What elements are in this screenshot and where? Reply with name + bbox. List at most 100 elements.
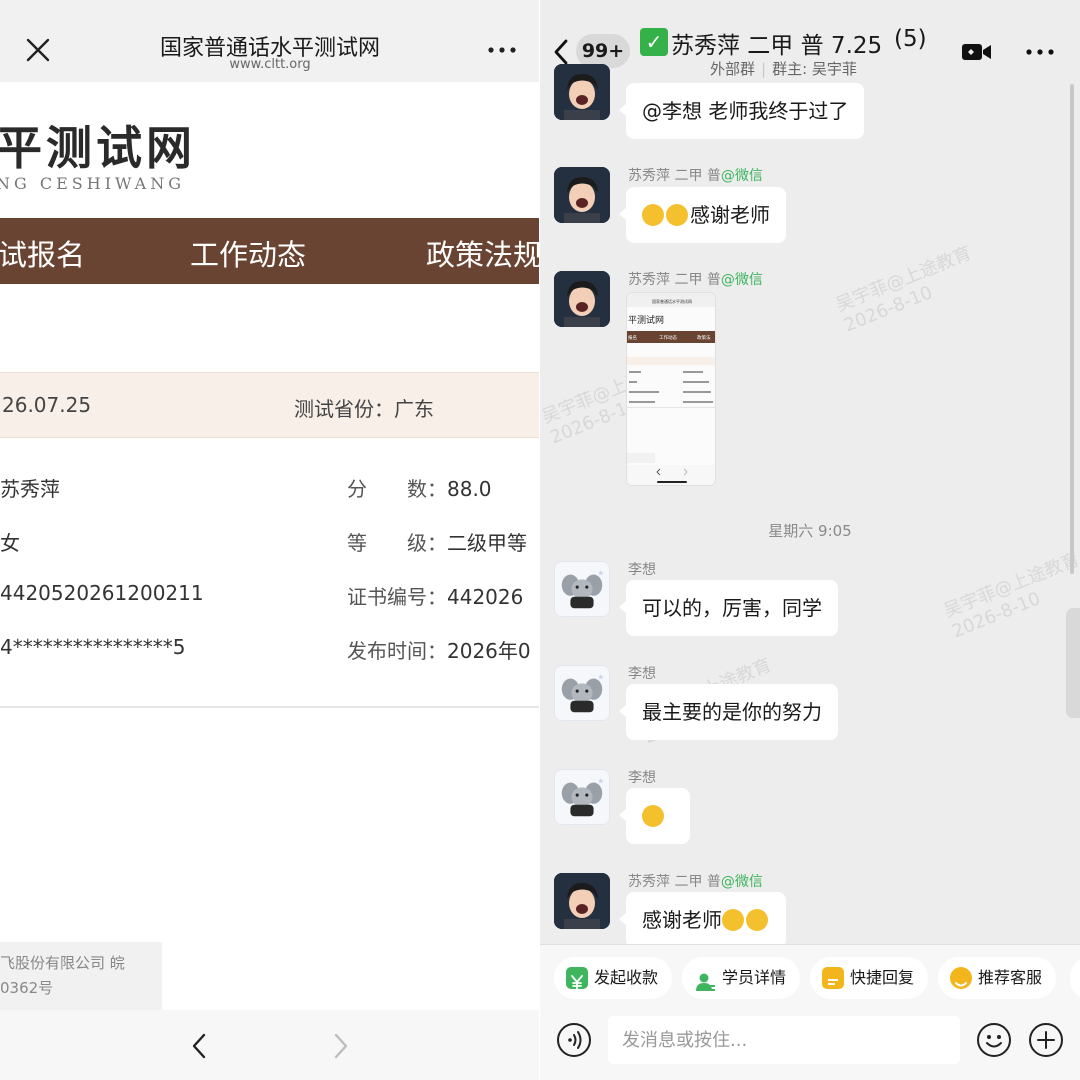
video-call-icon[interactable] — [960, 40, 994, 64]
shush-emoji-icon — [642, 804, 664, 827]
quick-action-student-detail[interactable]: 学员详情 — [682, 957, 801, 999]
record-id-no: 4****************5 — [0, 635, 186, 659]
avatar[interactable] — [554, 64, 610, 120]
avatar[interactable]: ★ — [554, 769, 610, 825]
group-owner: 群主: 吴宇菲 — [772, 60, 857, 78]
time-separator: 星期六 9:05 — [768, 522, 852, 540]
elephant-avatar-icon: ★ — [555, 770, 609, 824]
sender-name: 苏秀萍 二甲 普@微信 — [628, 272, 763, 288]
girl-avatar-icon — [554, 271, 610, 327]
score-label: 分 数： — [347, 477, 447, 501]
svg-text:★: ★ — [597, 673, 604, 682]
sender-name: 李想 — [628, 666, 656, 682]
sender-name: 李想 — [628, 562, 656, 578]
message-bubble[interactable]: 最主要的是你的努力 — [619, 684, 838, 740]
grade-label: 等 级： — [347, 531, 447, 555]
crying-emoji-icon — [666, 203, 688, 226]
avatar[interactable]: ★ — [554, 561, 610, 617]
quick-action-quick-reply[interactable]: 快捷回复 — [810, 957, 929, 999]
girl-avatar-icon — [554, 64, 610, 120]
image-message[interactable]: 国家普通话水平测试网 平测试网 报名 工作动态 政策法 — [626, 292, 716, 486]
chat-panel: 吴宇菲@上途教育 2026-8-10 吴宇菲@上途教育 2026-8-10 吴宇菲@… — [540, 0, 1080, 1080]
browser-bottom-bar — [0, 1010, 540, 1080]
wechat-tag: @微信 — [720, 874, 763, 890]
quick-action-payment[interactable]: 发起收款 — [554, 957, 673, 999]
back-arrow-icon[interactable] — [550, 38, 572, 66]
chat-subtitle: 外部群 | 群主: 吴宇菲 — [710, 60, 857, 78]
cert-row: 证书编号：442026 — [347, 581, 523, 610]
cert-label: 证书编号： — [347, 585, 447, 609]
emoji-icon[interactable] — [976, 1022, 1012, 1058]
svg-text:报名: 报名 — [628, 334, 637, 341]
score-value: 88.0 — [447, 477, 492, 501]
divider — [0, 706, 540, 708]
avatar[interactable] — [554, 167, 610, 223]
grade-row: 等 级：二级甲等 — [347, 527, 527, 556]
test-date: 26.07.25 — [2, 393, 92, 417]
watermark: 吴宇菲@上途教育2026-8-10 — [833, 242, 975, 337]
page-footer: 飞股份有限公司 皖 0362号 — [0, 942, 162, 1010]
browser-top-bar: 国家普通话水平测试网 www.cltt.org — [0, 0, 540, 82]
avatar[interactable]: ★ — [554, 665, 610, 721]
publish-value: 2026年0 — [447, 639, 531, 663]
more-icon[interactable] — [486, 40, 518, 60]
test-province: 测试省份：广东 — [294, 393, 434, 422]
group-type: 外部群 — [710, 60, 756, 78]
unread-badge[interactable]: 99+ — [576, 34, 630, 68]
test-info-bar: 26.07.25 测试省份：广东 — [0, 372, 540, 438]
nav-item-registration[interactable]: 试报名 — [0, 232, 85, 274]
svg-text:工作动态: 工作动态 — [659, 334, 677, 341]
record-name: 苏秀萍 — [0, 477, 60, 501]
svg-text:平测试网: 平测试网 — [628, 314, 664, 326]
footer-line-2: 0362号 — [0, 979, 54, 997]
user-icon — [694, 967, 716, 991]
side-drawer-handle[interactable] — [1066, 608, 1080, 718]
wechat-tag: @微信 — [720, 272, 763, 288]
quick-action-recommend-service[interactable]: 推荐客服 — [938, 957, 1057, 999]
score-row: 分 数：88.0 — [347, 473, 492, 502]
scrollbar[interactable] — [1070, 84, 1074, 574]
chat-bubble-icon — [822, 967, 844, 989]
svg-text:政策法: 政策法 — [697, 334, 711, 341]
record-ticket-no: 4420520261200211 — [0, 581, 204, 605]
footer-line-1: 飞股份有限公司 皖 — [0, 954, 125, 972]
check-icon: ✓ — [640, 28, 668, 56]
elephant-avatar-icon: ★ — [555, 666, 609, 720]
svg-text:★: ★ — [597, 777, 604, 786]
quick-action-bar: 发起收款 学员详情 快捷回复 推荐客服 — [540, 944, 1080, 1010]
hug-emoji-icon — [746, 908, 768, 931]
message-bubble[interactable]: @李想 老师我终于过了 — [618, 83, 865, 139]
publish-label: 发布时间： — [347, 639, 447, 663]
svg-text:国家普通话水平测试网: 国家普通话水平测试网 — [652, 298, 692, 304]
quick-action-more[interactable] — [1070, 957, 1080, 999]
page-url: www.cltt.org — [229, 57, 311, 72]
site-nav-bar: 试报名 工作动态 政策法规 — [0, 218, 540, 284]
sender-name: 苏秀萍 二甲 普@微信 — [628, 168, 763, 184]
nav-item-news[interactable]: 工作动态 — [190, 232, 306, 274]
message-bubble[interactable] — [619, 788, 690, 844]
avatar[interactable] — [554, 271, 610, 327]
input-bar — [540, 1010, 1080, 1080]
nav-item-policy[interactable]: 政策法规 — [426, 232, 540, 274]
back-arrow-icon[interactable] — [186, 1032, 214, 1060]
voice-icon[interactable] — [556, 1022, 592, 1058]
message-bubble[interactable]: 感谢老师 — [619, 187, 786, 243]
web-page-panel: 国家普通话水平测试网 www.cltt.org 平测试网 NG CESHIWAN… — [0, 0, 540, 1080]
elephant-avatar-icon: ★ — [555, 562, 609, 616]
avatar[interactable] — [554, 873, 610, 929]
message-bubble[interactable]: 感谢老师 — [619, 892, 786, 948]
province-value: 广东 — [394, 397, 434, 421]
close-icon[interactable] — [24, 36, 52, 64]
site-pinyin: NG CESHIWANG — [0, 174, 186, 193]
grade-value: 二级甲等 — [447, 531, 527, 555]
forward-arrow-icon[interactable] — [326, 1032, 354, 1060]
more-icon[interactable] — [1024, 42, 1056, 62]
message-input[interactable] — [608, 1016, 960, 1064]
girl-avatar-icon — [554, 873, 610, 929]
message-bubble[interactable]: 可以的，厉害，同学 — [619, 580, 838, 636]
sender-name: 李想 — [628, 770, 656, 786]
sender-name: 苏秀萍 二甲 普@微信 — [628, 874, 763, 890]
site-name: 平测试网 — [0, 121, 196, 175]
plus-icon[interactable] — [1028, 1022, 1064, 1058]
cert-value: 442026 — [447, 585, 524, 609]
